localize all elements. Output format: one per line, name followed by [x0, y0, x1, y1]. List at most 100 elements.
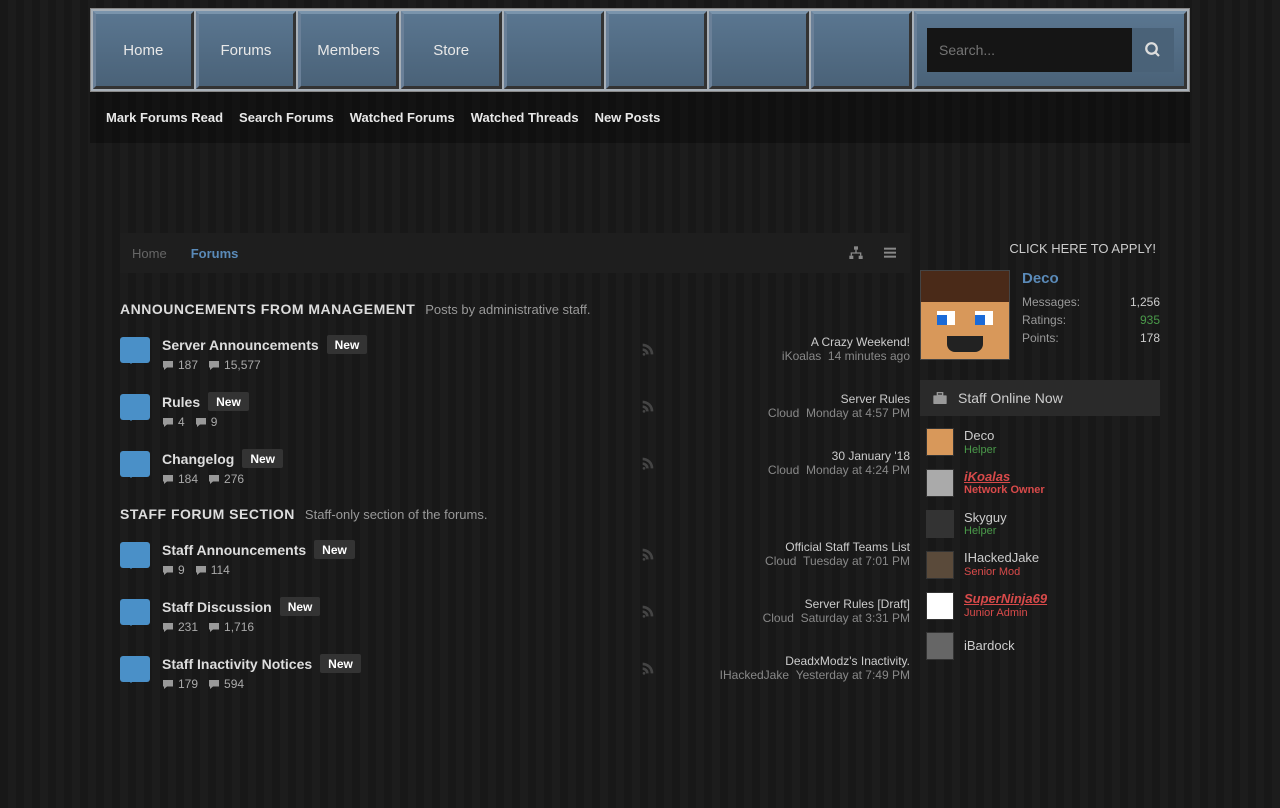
rss-icon[interactable]: [640, 455, 656, 471]
staff-name[interactable]: Deco: [964, 428, 996, 444]
apply-link[interactable]: CLICK HERE TO APPLY!: [920, 233, 1160, 270]
section-title[interactable]: ANNOUNCEMENTS FROM MANAGEMENT: [120, 301, 415, 317]
list-icon[interactable]: [882, 245, 898, 261]
forum-row: Staff Announcements New 9 114 Official Sta…: [120, 530, 910, 587]
forum-icon[interactable]: [120, 451, 150, 477]
profile-name[interactable]: Deco: [1022, 270, 1160, 287]
nav-empty-3[interactable]: [709, 11, 810, 89]
sitemap-icon[interactable]: [848, 245, 864, 261]
new-badge: New: [280, 597, 321, 616]
subnav: Mark Forums Read Search Forums Watched F…: [90, 92, 1190, 143]
profile-stat: Ratings:935: [1022, 311, 1160, 329]
subnav-mark-read[interactable]: Mark Forums Read: [106, 110, 223, 125]
new-badge: New: [242, 449, 283, 468]
thread-count: 179: [162, 677, 198, 691]
staff-list: DecoHelperiKoalasNetwork OwnerSkyguyHelp…: [920, 416, 1160, 672]
avatar[interactable]: [920, 270, 1010, 360]
new-badge: New: [208, 392, 249, 411]
forum-row: Staff DiscussionNew 231 1,716Server Rule…: [120, 587, 910, 644]
nav-forums[interactable]: Forums: [196, 11, 297, 89]
staff-avatar: [926, 510, 954, 538]
nav-home[interactable]: Home: [93, 11, 194, 89]
staff-name[interactable]: iBardock: [964, 638, 1015, 654]
post-count: 114: [195, 563, 230, 577]
forum-latest[interactable]: Official Staff Teams ListCloud Tuesday a…: [680, 540, 910, 568]
staff-row[interactable]: iBardock: [920, 626, 1160, 666]
post-count: 15,577: [208, 358, 261, 372]
thread-count: 4: [162, 415, 185, 429]
subnav-watched-threads[interactable]: Watched Threads: [471, 110, 579, 125]
profile-stat: Messages:1,256: [1022, 293, 1160, 311]
thread-count: 187: [162, 358, 198, 372]
forum-title[interactable]: Server Announcements: [162, 337, 319, 353]
search-icon: [1144, 41, 1162, 59]
staff-row[interactable]: SuperNinja69Junior Admin: [920, 585, 1160, 626]
section-subtitle: Staff-only section of the forums.: [305, 507, 488, 522]
post-count: 594: [208, 677, 244, 691]
subnav-watched-forums[interactable]: Watched Forums: [350, 110, 455, 125]
forum-icon[interactable]: [120, 394, 150, 420]
rss-icon[interactable]: [640, 603, 656, 619]
section-title[interactable]: STAFF FORUM SECTION: [120, 506, 295, 522]
forum-icon[interactable]: [120, 656, 150, 682]
forum-title[interactable]: Changelog: [162, 451, 234, 467]
thread-count: 231: [162, 620, 198, 634]
new-badge: New: [327, 335, 368, 354]
nav-empty-1[interactable]: [504, 11, 605, 89]
breadcrumb-home[interactable]: Home: [132, 246, 167, 261]
nav-members[interactable]: Members: [298, 11, 399, 89]
search-button[interactable]: [1132, 28, 1174, 72]
staff-name[interactable]: SuperNinja69: [964, 591, 1047, 607]
staff-row[interactable]: SkyguyHelper: [920, 504, 1160, 545]
rss-icon[interactable]: [640, 660, 656, 676]
forum-latest[interactable]: 30 January '18Cloud Monday at 4:24 PM: [680, 449, 910, 477]
new-badge: New: [320, 654, 361, 673]
staff-name[interactable]: iKoalas: [964, 469, 1045, 485]
staff-avatar: [926, 592, 954, 620]
forum-title[interactable]: Rules: [162, 394, 200, 410]
nav-store[interactable]: Store: [401, 11, 502, 89]
main-nav: Home Forums Members Store: [90, 8, 1190, 92]
staff-name[interactable]: Skyguy: [964, 510, 1007, 526]
forum-icon[interactable]: [120, 337, 150, 363]
staff-row[interactable]: IHackedJakeSenior Mod: [920, 544, 1160, 585]
nav-search: [914, 11, 1187, 89]
post-count: 276: [208, 472, 244, 486]
search-input[interactable]: [927, 28, 1132, 72]
staff-avatar: [926, 428, 954, 456]
rss-icon[interactable]: [640, 546, 656, 562]
forum-title[interactable]: Staff Discussion: [162, 599, 272, 615]
breadcrumb-current: Forums: [191, 246, 239, 261]
forum-icon[interactable]: [120, 542, 150, 568]
forum-title[interactable]: Staff Inactivity Notices: [162, 656, 312, 672]
forum-row: Server Announcements New 187 15,577 A Craz…: [120, 325, 910, 382]
briefcase-icon: [932, 391, 948, 405]
subnav-new-posts[interactable]: New Posts: [595, 110, 661, 125]
forum-row: Changelog New 184 276 30 January '18Cloud …: [120, 439, 910, 496]
thread-count: 9: [162, 563, 185, 577]
forum-latest[interactable]: DeadxModz's Inactivity.IHackedJake Yeste…: [680, 654, 910, 682]
forum-latest[interactable]: Server RulesCloud Monday at 4:57 PM: [680, 392, 910, 420]
staff-name[interactable]: IHackedJake: [964, 550, 1039, 566]
breadcrumb: Home Forums: [120, 233, 910, 273]
new-badge: New: [314, 540, 355, 559]
forum-latest[interactable]: A Crazy Weekend!iKoalas 14 minutes ago: [680, 335, 910, 363]
staff-online-header: Staff Online Now: [920, 380, 1160, 416]
staff-avatar: [926, 551, 954, 579]
staff-avatar: [926, 632, 954, 660]
subnav-search-forums[interactable]: Search Forums: [239, 110, 334, 125]
staff-avatar: [926, 469, 954, 497]
thread-count: 184: [162, 472, 198, 486]
staff-role: Helper: [964, 444, 996, 457]
forum-title[interactable]: Staff Announcements: [162, 542, 306, 558]
rss-icon[interactable]: [640, 341, 656, 357]
staff-role: Network Owner: [964, 484, 1045, 497]
forum-icon[interactable]: [120, 599, 150, 625]
forum-latest[interactable]: Server Rules [Draft]Cloud Saturday at 3:…: [680, 597, 910, 625]
profile-stat: Points:178: [1022, 329, 1160, 347]
staff-row[interactable]: iKoalasNetwork Owner: [920, 463, 1160, 504]
staff-row[interactable]: DecoHelper: [920, 422, 1160, 463]
nav-empty-2[interactable]: [606, 11, 707, 89]
rss-icon[interactable]: [640, 398, 656, 414]
nav-empty-4[interactable]: [811, 11, 912, 89]
